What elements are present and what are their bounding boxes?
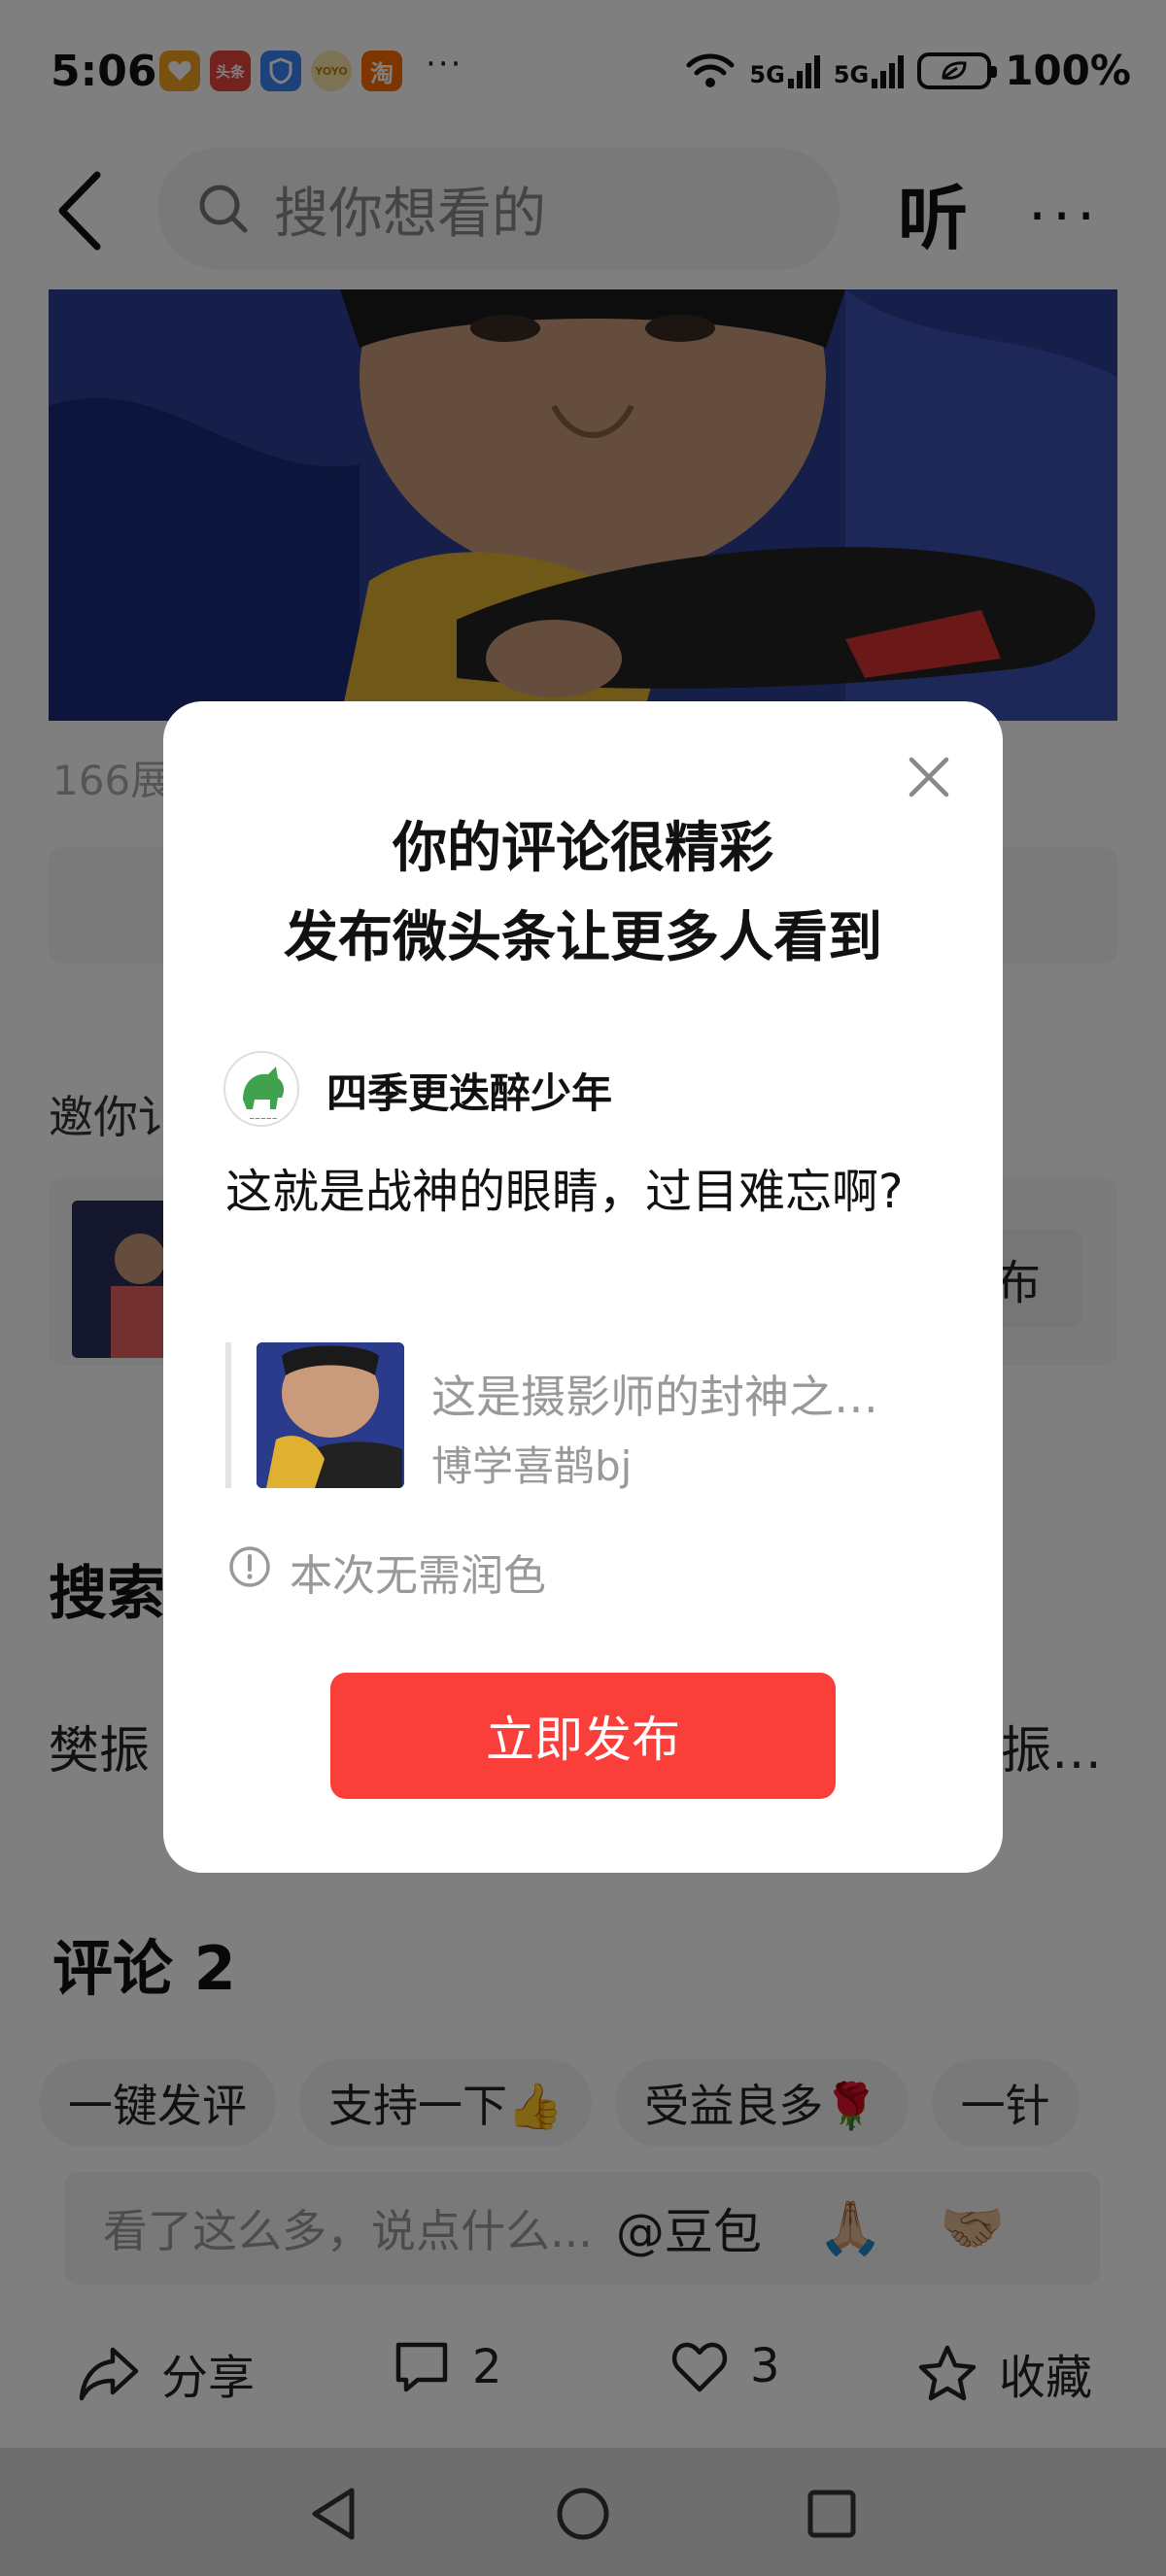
info-text: 本次无需润色 bbox=[290, 1551, 546, 1601]
svg-text:~~~~~: ~~~~~ bbox=[249, 1115, 277, 1123]
system-nav-bar bbox=[0, 2448, 1166, 2576]
close-icon[interactable] bbox=[904, 752, 954, 802]
quote-title: 这是摄影师的封神之… bbox=[431, 1371, 878, 1423]
quote-thumbnail bbox=[257, 1342, 404, 1488]
modal-title-line2: 发布微头条让更多人看到 bbox=[284, 906, 882, 969]
quote-author: 博学喜鹊bj bbox=[431, 1442, 633, 1490]
comment-text: 这就是战神的眼睛，过目难忘啊? bbox=[225, 1165, 904, 1219]
avatar: ~~~~~ bbox=[223, 1051, 299, 1127]
modal-title-line1: 你的评论很精彩 bbox=[393, 817, 773, 880]
username: 四季更迭醉少年 bbox=[326, 1069, 613, 1117]
modal-title: 你的评论很精彩 发布微头条让更多人看到 bbox=[163, 804, 1003, 983]
publish-now-button[interactable]: 立即发布 bbox=[330, 1673, 836, 1799]
nav-home-icon[interactable] bbox=[554, 2485, 612, 2543]
quote-divider bbox=[225, 1342, 231, 1488]
nav-back-icon[interactable] bbox=[307, 2485, 361, 2543]
info-icon bbox=[229, 1546, 270, 1587]
nav-recents-icon[interactable] bbox=[805, 2487, 859, 2541]
